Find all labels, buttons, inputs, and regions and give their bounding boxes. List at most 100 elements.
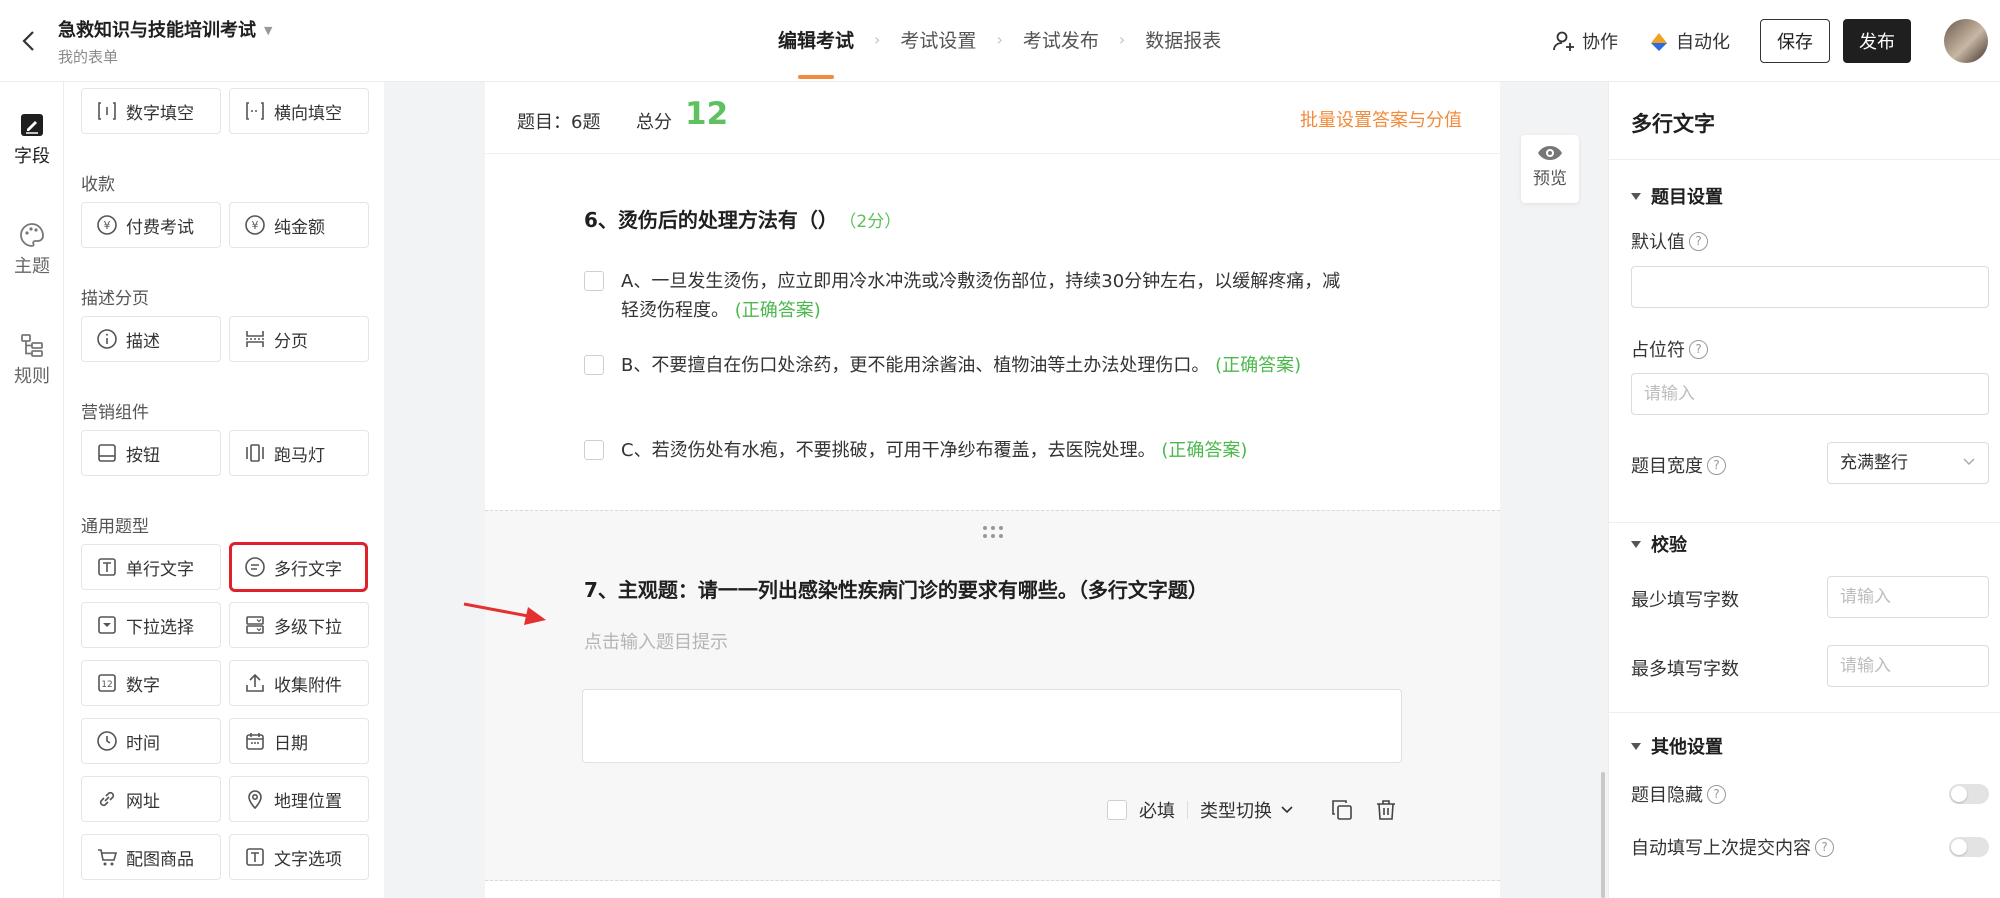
rule-icon (21, 334, 43, 357)
option-a[interactable]: A、一旦发生烫伤，应立即用冷水冲洗或冷敷烫伤部位，持续30分钟左右，以缓解疼痛，… (584, 267, 1344, 325)
question-7-answer-box[interactable] (582, 689, 1402, 763)
step-edit-exam[interactable]: 编辑考试 (778, 26, 854, 79)
help-icon[interactable]: ? (1707, 455, 1726, 475)
question-7-card[interactable]: 7、主观题：请一一列出感染性疾病门诊的要求有哪些。（多行文字题） 点击输入题目提… (485, 510, 1500, 881)
horizontal-fill-icon (246, 102, 264, 120)
text-field-icon (98, 558, 116, 576)
group-title-general: 通用题型 (81, 517, 149, 537)
side-rail: 字段 主题 规则 (0, 82, 64, 898)
min-chars-input[interactable]: 请输入 (1827, 576, 1989, 618)
question-width-select[interactable]: 充满整行 (1827, 442, 1989, 484)
rail-item-fields[interactable]: 字段 (0, 112, 64, 168)
comp-button[interactable]: 按钮 (81, 430, 221, 476)
comp-marquee[interactable]: 跑马灯 (229, 430, 369, 476)
question-6-title[interactable]: 6、烫伤后的处理方法有（） （2分） (584, 204, 901, 233)
copy-icon[interactable] (1330, 798, 1354, 822)
toolbar-divider (1187, 801, 1188, 819)
max-chars-input[interactable]: 请输入 (1827, 645, 1989, 687)
automation-button[interactable]: 自动化 (1648, 28, 1730, 54)
preview-button[interactable]: 预览 (1521, 135, 1579, 203)
button-icon (98, 444, 116, 462)
option-c-checkbox[interactable] (584, 440, 604, 460)
question-7-toolbar: 必填 类型切换 (1107, 797, 1398, 823)
comp-time[interactable]: 时间 (81, 718, 221, 764)
comp-horizontal-fill[interactable]: 横向填空 (229, 88, 369, 134)
section-question-settings[interactable]: 题目设置 (1631, 183, 1723, 209)
autofill-toggle[interactable] (1949, 837, 1989, 857)
comp-cascade[interactable]: 多级下拉 (229, 602, 369, 648)
batch-set-answers-link[interactable]: 批量设置答案与分值 (1300, 106, 1462, 132)
comp-number-fill[interactable]: 数字填空 (81, 88, 221, 134)
field-icon (21, 114, 43, 136)
question-6-points: （2分） (847, 212, 902, 232)
publish-button[interactable]: 发布 (1843, 19, 1911, 63)
hide-question-label: 题目隐藏? (1631, 781, 1726, 807)
option-c[interactable]: C、若烫伤处有水疱，不要挑破，可用干净纱布覆盖，去医院处理。 (正确答案) (584, 436, 1344, 465)
avatar[interactable] (1944, 19, 1988, 63)
rail-item-rules[interactable]: 规则 (0, 332, 64, 388)
rail-item-theme[interactable]: 主题 (0, 222, 64, 278)
step-nav: 编辑考试 › 考试设置 › 考试发布 › 数据报表 (778, 26, 1221, 79)
type-switch-button[interactable]: 类型切换 (1200, 797, 1272, 823)
comp-location[interactable]: 地理位置 (229, 776, 369, 822)
comp-attachment[interactable]: 收集附件 (229, 660, 369, 706)
trash-icon[interactable] (1374, 798, 1398, 822)
chevron-right-icon: › (1118, 30, 1126, 49)
comp-paid-exam[interactable]: ¥ 付费考试 (81, 202, 221, 248)
comp-dropdown[interactable]: 下拉选择 (81, 602, 221, 648)
svg-text:¥: ¥ (252, 219, 259, 232)
comp-paging[interactable]: 分页 (229, 316, 369, 362)
comp-product[interactable]: 配图商品 (81, 834, 221, 880)
yen-icon: ¥ (245, 215, 265, 235)
total-score-value: 12 (685, 96, 729, 132)
eye-icon (1538, 146, 1562, 160)
chevron-right-icon: › (874, 30, 881, 49)
top-header: 急救知识与技能培训考试 ▼ 我的表单 编辑考试 › 考试设置 › 考试发布 › 数… (0, 0, 2000, 82)
help-icon[interactable]: ? (1689, 231, 1708, 251)
palette-icon (20, 223, 44, 247)
correct-answer-tag: (正确答案) (1161, 440, 1248, 461)
help-icon[interactable]: ? (1815, 837, 1834, 857)
comp-url[interactable]: 网址 (81, 776, 221, 822)
min-chars-label: 最少填写字数 (1631, 590, 1739, 611)
save-button[interactable]: 保存 (1760, 19, 1830, 63)
comp-date[interactable]: 日期 (229, 718, 369, 764)
help-icon[interactable]: ? (1689, 339, 1708, 359)
properties-panel: 多行文字 题目设置 默认值? 占位符? 请输入 题目宽度? 充满整行 校验 最少… (1608, 82, 2000, 898)
props-divider (1609, 522, 2000, 523)
comp-description[interactable]: 描述 (81, 316, 221, 362)
required-checkbox[interactable] (1107, 800, 1127, 820)
step-exam-publish[interactable]: 考试发布 (1023, 26, 1099, 53)
question-7-title[interactable]: 7、主观题：请一一列出感染性疾病门诊的要求有哪些。（多行文字题） (584, 574, 1208, 603)
placeholder-input[interactable]: 请输入 (1631, 373, 1989, 415)
back-arrow-icon[interactable] (18, 25, 40, 57)
page-break-icon (246, 331, 264, 347)
clock-icon (97, 731, 117, 751)
default-value-input[interactable] (1631, 266, 1989, 308)
option-b[interactable]: B、不要擅自在伤口处涂药，更不能用涂酱油、植物油等土办法处理伤口。 (正确答案) (584, 351, 1344, 380)
chevron-down-icon (1963, 458, 1975, 466)
correct-answer-tag: (正确答案) (1215, 355, 1302, 376)
form-title[interactable]: 急救知识与技能培训考试 ▼ (58, 16, 272, 42)
question-7-hint[interactable]: 点击输入题目提示 (584, 628, 728, 654)
drag-handle-icon[interactable] (982, 525, 1004, 539)
canvas-scrollbar[interactable] (1601, 772, 1605, 898)
hide-question-toggle[interactable] (1949, 784, 1989, 804)
comp-multi-text[interactable]: 多行文字 (229, 542, 368, 592)
form-breadcrumb[interactable]: 我的表单 (58, 46, 118, 67)
comp-text-option[interactable]: 文字选项 (229, 834, 369, 880)
comp-number[interactable]: 12 数字 (81, 660, 221, 706)
section-other-settings[interactable]: 其他设置 (1631, 733, 1723, 759)
comp-single-text[interactable]: 单行文字 (81, 544, 221, 590)
comp-pure-amount[interactable]: ¥ 纯金额 (229, 202, 369, 248)
props-title: 多行文字 (1631, 112, 1715, 136)
svg-text:12: 12 (101, 680, 112, 690)
step-data-report[interactable]: 数据报表 (1145, 26, 1221, 53)
option-b-checkbox[interactable] (584, 355, 604, 375)
chevron-down-icon (1281, 806, 1293, 814)
help-icon[interactable]: ? (1707, 784, 1726, 804)
collaborate-button[interactable]: 协作 (1552, 28, 1618, 54)
step-exam-settings[interactable]: 考试设置 (900, 26, 976, 53)
option-a-checkbox[interactable] (584, 271, 604, 291)
section-validation[interactable]: 校验 (1631, 531, 1687, 557)
